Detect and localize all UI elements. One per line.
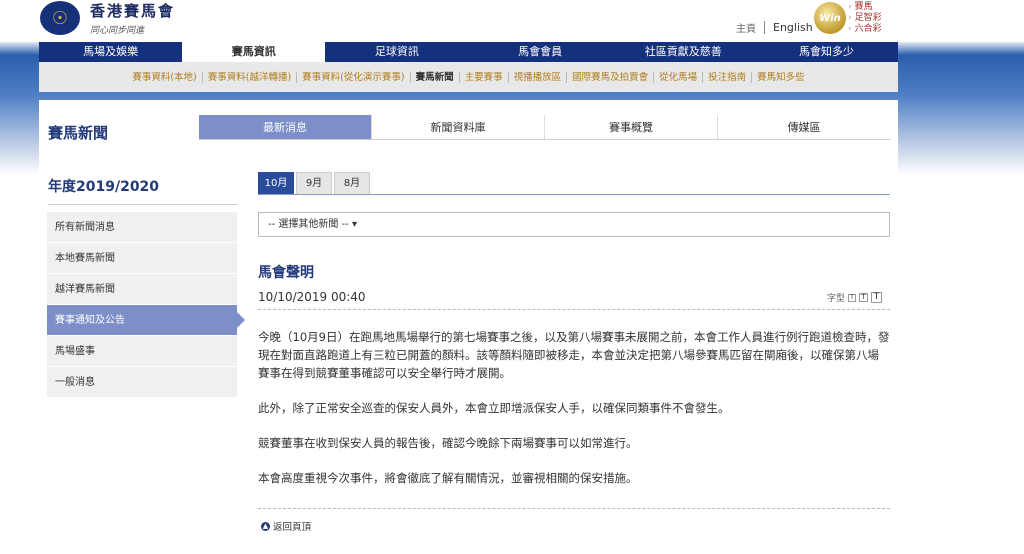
sidebar-item-overseas[interactable]: 越洋賽馬新聞: [47, 274, 237, 305]
article-paragraph: 本會高度重視今次事件，將會徹底了解有關情況，並審視相關的保安措施。: [258, 471, 638, 485]
hkjc-logo[interactable]: ☉ 香港賽馬會 同心同步同進: [40, 0, 175, 36]
news-category-sidebar: 所有新聞消息 本地賽馬新聞 越洋賽馬新聞 賽事通知及公告 馬場盛事 一般消息: [47, 212, 245, 398]
article-dateline: 10/10/2019 00:40 字型 T T T: [258, 286, 890, 310]
sidebar-item-events[interactable]: 馬場盛事: [47, 336, 237, 367]
month-tab-oct[interactable]: 10月: [258, 172, 294, 194]
win-logo-icon[interactable]: Win: [814, 2, 846, 34]
divider: [258, 508, 890, 509]
month-tab-aug[interactable]: 8月: [334, 172, 370, 194]
subnav-item-guide[interactable]: 投注指南: [702, 71, 751, 83]
subnav-item-major-races[interactable]: 主要賽事: [458, 71, 508, 83]
sidebar-item-all[interactable]: 所有新聞消息: [47, 212, 237, 243]
mainnav-item-entertainment[interactable]: 馬場及娛樂: [39, 42, 182, 62]
mainnav-item-racing-info[interactable]: 賽馬資訊: [182, 42, 326, 62]
section-tabs: 最新消息 新聞資料庫 賽事概覽 傳媒區: [199, 115, 890, 140]
article-body: 今晚（10月9日）在跑馬地馬場舉行的第七場賽事之後，以及第八場賽事未展開之前，本…: [258, 328, 890, 504]
logo-name: 香港賽馬會: [90, 2, 176, 20]
article-paragraph: 今晚（10月9日）在跑馬地馬場舉行的第七場賽事之後，以及第八場賽事未展開之前，本…: [258, 330, 890, 380]
win-products: 賽馬 足智彩 六合彩: [848, 2, 882, 35]
sidebar-item-local[interactable]: 本地賽馬新聞: [47, 243, 237, 274]
back-to-top-link[interactable]: ▲ 返回頁頂: [261, 519, 311, 533]
back-to-top-label: 返回頁頂: [273, 522, 312, 533]
win-link-racing[interactable]: 賽馬: [848, 2, 882, 13]
logo-slogan: 同心同步同進: [90, 26, 145, 36]
win-link-football[interactable]: 足智彩: [848, 13, 882, 24]
mainnav-item-football-info[interactable]: 足球資訊: [325, 42, 468, 62]
top-links: 主頁 English: [736, 20, 813, 35]
content-panel: 賽馬新聞 最新消息 新聞資料庫 賽事概覽 傳媒區 年度2019/2020 10月…: [39, 100, 898, 554]
section-title: 賽馬新聞: [48, 124, 109, 142]
subnav-item-video[interactable]: 視播播放區: [507, 71, 567, 83]
tab-latest[interactable]: 最新消息: [199, 115, 371, 139]
mainnav-item-membership[interactable]: 馬會會員: [469, 42, 612, 62]
hkjc-emblem-icon: ☉: [40, 1, 80, 35]
other-news-select-label: -- 選擇其他新聞 --: [268, 219, 349, 230]
sub-nav: 賽事資料(本地) 賽事資料(越洋轉播) 賽事資料(從化演示賽事) 賽馬新聞 主要…: [39, 62, 898, 92]
win-link-marksix[interactable]: 六合彩: [848, 24, 882, 35]
chevron-down-icon: ▾: [351, 219, 358, 230]
mainnav-item-charities[interactable]: 社區貢獻及慈善: [612, 42, 755, 62]
subnav-item-conghua-trial[interactable]: 賽事資料(從化演示賽事): [296, 71, 409, 83]
font-small-button[interactable]: T: [848, 293, 856, 302]
font-large-button[interactable]: T: [871, 292, 882, 303]
subnav-item-news[interactable]: 賽馬新聞: [409, 71, 459, 83]
mainnav-item-about[interactable]: 馬會知多少: [755, 42, 898, 62]
sidebar-item-notices[interactable]: 賽事通知及公告: [47, 305, 245, 336]
font-medium-button[interactable]: T: [859, 293, 868, 302]
main-nav: 馬場及娛樂 賽馬資訊 足球資訊 馬會會員 社區貢獻及慈善 馬會知多少: [39, 42, 898, 62]
other-news-select[interactable]: -- 選擇其他新聞 -- ▾: [258, 212, 890, 237]
divider: [764, 21, 765, 34]
article-paragraph: 競賽董事在收到保安人員的報告後，確認今晚餘下兩場賽事可以如常進行。: [258, 436, 638, 450]
tab-archive[interactable]: 新聞資料庫: [371, 115, 544, 139]
subnav-item-conghua[interactable]: 從化馬場: [653, 71, 702, 83]
sidebar-item-general[interactable]: 一般消息: [47, 367, 237, 398]
tab-race-overview[interactable]: 賽事概覽: [544, 115, 717, 139]
home-link[interactable]: 主頁: [736, 20, 756, 35]
article-date: 10/10/2019 00:40: [258, 290, 366, 304]
article-title: 馬會聲明: [258, 265, 314, 281]
font-size-control: 字型 T T T: [827, 291, 882, 304]
font-size-label: 字型: [826, 294, 845, 304]
subnav-item-know-more[interactable]: 賽馬知多些: [751, 71, 810, 83]
month-tab-sep[interactable]: 9月: [296, 172, 332, 194]
month-tabs: 10月 9月 8月: [258, 172, 890, 195]
year-title: 年度2019/2020: [48, 176, 237, 205]
top-header: ☉ 香港賽馬會 同心同步同進 主頁 English Win 賽馬 足智彩 六合彩: [0, 0, 1024, 42]
arrow-up-icon: ▲: [261, 521, 270, 531]
subnav-item-simulcast[interactable]: 賽事資料(越洋轉播): [201, 71, 296, 83]
subnav-item-international[interactable]: 國際賽馬及拍賣會: [566, 71, 653, 83]
tab-media[interactable]: 傳媒區: [717, 115, 890, 139]
english-link[interactable]: English: [773, 21, 813, 34]
article-paragraph: 此外，除了正常安全巡查的保安人員外，本會立即增派保安人手，以確保同類事件不會發生…: [258, 401, 730, 415]
subnav-item-local[interactable]: 賽事資料(本地): [127, 72, 201, 83]
